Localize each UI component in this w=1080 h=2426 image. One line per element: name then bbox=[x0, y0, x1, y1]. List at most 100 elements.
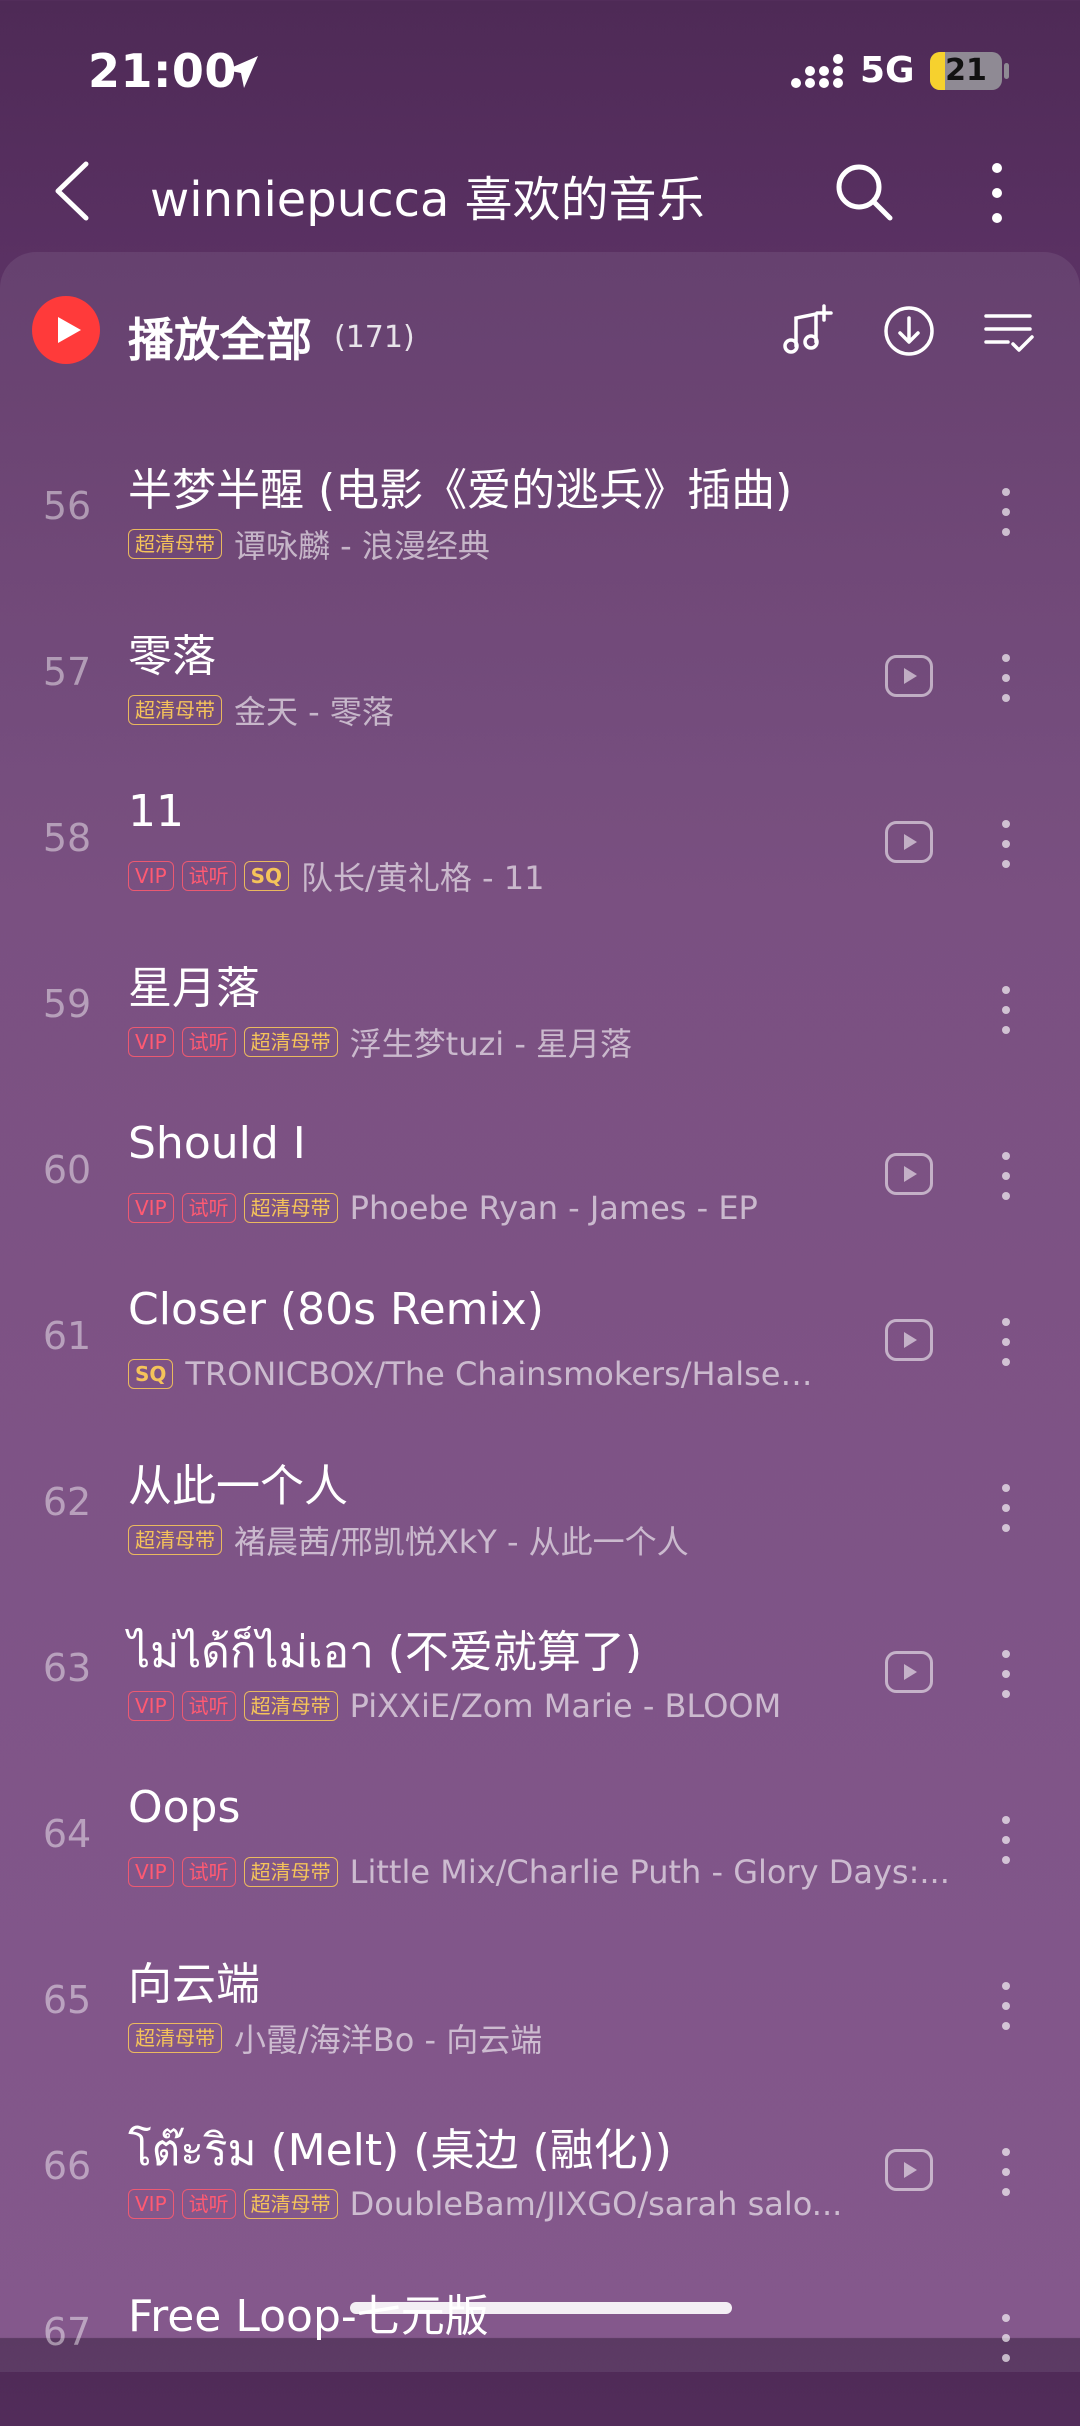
song-number: 62 bbox=[42, 1480, 92, 1524]
song-more-icon[interactable] bbox=[994, 484, 1018, 540]
vip-tag: VIP bbox=[128, 1193, 174, 1223]
play-icon bbox=[58, 317, 81, 343]
song-subtitle: 超清母带 小霞/海洋Bo - 向云端 bbox=[128, 2016, 542, 2060]
song-more-icon[interactable] bbox=[994, 982, 1018, 1038]
song-title: 向云端 bbox=[128, 1959, 260, 2010]
cellular-signal-icon bbox=[791, 54, 843, 88]
song-row[interactable]: 56 半梦半醒 (电影《爱的逃兵》插曲) 超清母带 谭咏麟 - 浪漫经典 bbox=[0, 434, 1080, 600]
song-row[interactable]: 60 Should I VIP 试听 超清母带 Phoebe Ryan - James -… bbox=[0, 1098, 1080, 1264]
preview-tag: 试听 bbox=[181, 861, 236, 891]
song-artist-album: PiXXiE/Zom Marie - BLOOM bbox=[349, 1687, 782, 1725]
song-row[interactable]: 63 ไม่ได้ก็ไม่เอา (不爱就算了) VIP 试听 超清母带 PiXXiE/… bbox=[0, 1596, 1080, 1762]
play-all-label[interactable]: 播放全部 bbox=[128, 304, 312, 370]
song-count: (171) bbox=[334, 320, 415, 355]
master-quality-tag: 超清母带 bbox=[128, 1525, 222, 1555]
song-subtitle: SQ TRONICBOX/The Chainsmokers/Halsey -... bbox=[128, 1352, 815, 1396]
status-bar: 21:00 5G 21 bbox=[0, 0, 1080, 140]
song-subtitle: VIP 试听 SQ 队长/黄礼格 - 11 bbox=[128, 854, 544, 898]
song-title: โต๊ะริม (Melt) (桌边 (融化)) bbox=[128, 2125, 672, 2176]
song-row[interactable]: 66 โต๊ะริม (Melt) (桌边 (融化)) VIP 试听 超清母带 Doubl… bbox=[0, 2094, 1080, 2260]
vip-tag: VIP bbox=[128, 861, 174, 891]
song-more-icon[interactable] bbox=[994, 1812, 1018, 1868]
song-artist-album: Little Mix/Charlie Puth - Glory Days:... bbox=[349, 1853, 950, 1891]
song-number: 59 bbox=[42, 982, 92, 1026]
song-title: Closer (80s Remix) bbox=[128, 1284, 544, 1335]
song-artist-album: DoubleBam/JIXGO/sarah salo... bbox=[349, 2185, 843, 2223]
song-title: Oops bbox=[128, 1782, 241, 1833]
multi-select-icon[interactable] bbox=[980, 302, 1038, 360]
song-subtitle: VIP 试听 超清母带 Little Mix/Charlie Puth - Glory… bbox=[128, 1850, 950, 1894]
mv-video-icon[interactable] bbox=[884, 1152, 934, 1196]
song-row[interactable]: 58 11 VIP 试听 SQ 队长/黄礼格 - 11 bbox=[0, 766, 1080, 932]
song-row[interactable]: 64 Oops VIP 试听 超清母带 Little Mix/Charlie Puth -… bbox=[0, 1762, 1080, 1928]
vip-tag: VIP bbox=[128, 2189, 174, 2219]
song-more-icon[interactable] bbox=[994, 650, 1018, 706]
song-row[interactable]: 59 星月落 VIP 试听 超清母带 浮生梦tuzi - 星月落 bbox=[0, 932, 1080, 1098]
song-number: 65 bbox=[42, 1978, 92, 2022]
master-quality-tag: 超清母带 bbox=[243, 1193, 338, 1223]
song-artist-album: 谭咏麟 - 浪漫经典 bbox=[234, 527, 490, 565]
song-number: 63 bbox=[42, 1646, 92, 1690]
song-title: ไม่ได้ก็ไม่เอา (不爱就算了) bbox=[128, 1627, 643, 1678]
song-number: 60 bbox=[42, 1148, 92, 1192]
mv-video-icon[interactable] bbox=[884, 2148, 934, 2192]
song-subtitle: 超清母带 谭咏麟 - 浪漫经典 bbox=[128, 522, 490, 566]
song-title: 11 bbox=[128, 786, 184, 837]
mv-video-icon[interactable] bbox=[884, 1650, 934, 1694]
master-quality-tag: 超清母带 bbox=[243, 1027, 338, 1057]
battery-icon: 21 bbox=[930, 52, 1002, 90]
sq-tag: SQ bbox=[243, 861, 290, 891]
song-artist-album: 浮生梦tuzi - 星月落 bbox=[349, 1025, 633, 1063]
song-title: 星月落 bbox=[128, 963, 260, 1014]
song-row[interactable]: 57 零落 超清母带 金天 - 零落 bbox=[0, 600, 1080, 766]
battery-cap bbox=[1004, 63, 1009, 79]
download-icon[interactable] bbox=[880, 302, 938, 360]
song-number: 67 bbox=[42, 2310, 92, 2354]
song-subtitle: 超清母带 褚晨茜/邢凯悦XkY - 从此一个人 bbox=[128, 1518, 689, 1562]
song-more-icon[interactable] bbox=[994, 1314, 1018, 1370]
song-subtitle: VIP 试听 超清母带 浮生梦tuzi - 星月落 bbox=[128, 1020, 632, 1064]
preview-tag: 试听 bbox=[181, 1857, 236, 1887]
preview-tag: 试听 bbox=[181, 1193, 236, 1223]
master-quality-tag: 超清母带 bbox=[128, 695, 222, 725]
song-artist-album: 褚晨茜/邢凯悦XkY - 从此一个人 bbox=[234, 1523, 689, 1561]
song-more-icon[interactable] bbox=[994, 1148, 1018, 1204]
song-artist-album: 金天 - 零落 bbox=[234, 693, 394, 731]
location-arrow-icon bbox=[226, 56, 258, 88]
mv-video-icon[interactable] bbox=[884, 1318, 934, 1362]
song-number: 56 bbox=[42, 484, 92, 528]
song-more-icon[interactable] bbox=[994, 2144, 1018, 2200]
song-artist-album: 小霞/海洋Bo - 向云端 bbox=[234, 2021, 543, 2059]
add-music-icon[interactable] bbox=[778, 302, 836, 360]
song-more-icon[interactable] bbox=[994, 1978, 1018, 2034]
play-all-button[interactable] bbox=[32, 296, 100, 364]
song-number: 64 bbox=[42, 1812, 92, 1856]
song-subtitle: VIP 试听 超清母带 Phoebe Ryan - James - EP bbox=[128, 1186, 758, 1230]
song-artist-album: Phoebe Ryan - James - EP bbox=[349, 1189, 758, 1227]
search-icon[interactable] bbox=[832, 160, 896, 224]
song-row[interactable]: 61 Closer (80s Remix) SQ TRONICBOX/The Chai… bbox=[0, 1264, 1080, 1430]
more-options-icon[interactable] bbox=[980, 158, 1014, 228]
status-time: 21:00 bbox=[88, 44, 237, 98]
battery-percent: 21 bbox=[945, 53, 987, 88]
song-more-icon[interactable] bbox=[994, 1480, 1018, 1536]
song-more-icon[interactable] bbox=[994, 1646, 1018, 1702]
vip-tag: VIP bbox=[128, 1857, 174, 1887]
mv-video-icon[interactable] bbox=[884, 654, 934, 698]
back-button[interactable] bbox=[48, 158, 98, 224]
sq-tag: SQ bbox=[128, 1359, 174, 1389]
mv-video-icon[interactable] bbox=[884, 820, 934, 864]
song-row[interactable]: 62 从此一个人超清母带 褚晨茜/邢凯悦XkY - 从此一个人 bbox=[0, 1430, 1080, 1596]
song-title: 从此一个人 bbox=[128, 1461, 348, 1512]
song-row[interactable]: 65 向云端超清母带 小霞/海洋Bo - 向云端 bbox=[0, 1928, 1080, 2094]
song-more-icon[interactable] bbox=[994, 2310, 1018, 2366]
song-number: 66 bbox=[42, 2144, 92, 2188]
song-subtitle: VIP 试听 超清母带 DoubleBam/JIXGO/sarah salo... bbox=[128, 2182, 842, 2226]
vip-tag: VIP bbox=[128, 1027, 174, 1057]
song-artist-album: 队长/黄礼格 - 11 bbox=[301, 859, 545, 897]
song-row[interactable]: 67 Free Loop-七元版 bbox=[0, 2260, 1080, 2426]
song-number: 57 bbox=[42, 650, 92, 694]
home-indicator[interactable] bbox=[350, 2302, 732, 2314]
song-more-icon[interactable] bbox=[994, 816, 1018, 872]
preview-tag: 试听 bbox=[181, 1691, 236, 1721]
